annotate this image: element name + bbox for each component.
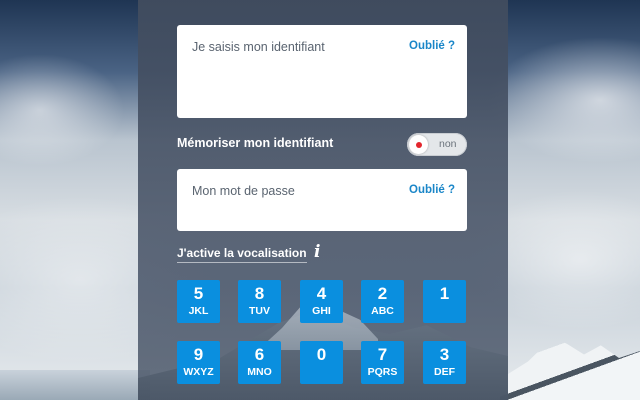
key-letters: JKL — [188, 305, 209, 317]
key-number: 6 — [254, 345, 265, 364]
password-field[interactable]: Mon mot de passe Oublié ? — [177, 169, 467, 231]
keypad-key[interactable]: 4 GHI — [300, 280, 343, 323]
keypad-key[interactable]: 6 MNO — [238, 341, 281, 384]
toggle-off-dot — [416, 142, 422, 148]
identifier-field[interactable]: Je saisis mon identifiant Oublié ? — [177, 25, 467, 118]
key-number: 5 — [193, 284, 204, 303]
toggle-knob — [409, 135, 428, 154]
key-number: 3 — [439, 345, 450, 364]
key-number: 8 — [254, 284, 265, 303]
key-number: 2 — [377, 284, 388, 303]
keypad-key[interactable]: 5 JKL — [177, 280, 220, 323]
key-number: 9 — [193, 345, 204, 364]
login-panel: Je saisis mon identifiant Oublié ? Mémor… — [138, 0, 508, 400]
password-placeholder: Mon mot de passe — [192, 184, 295, 198]
voice-activation-link[interactable]: J'active la vocalisation — [177, 246, 307, 263]
keypad-key[interactable]: 8 TUV — [238, 280, 281, 323]
key-number: 0 — [316, 345, 327, 364]
key-number: 7 — [377, 345, 388, 364]
identifier-forgot-link[interactable]: Oublié ? — [409, 40, 455, 52]
key-letters: GHI — [312, 305, 331, 317]
keypad-key[interactable]: 0 — [300, 341, 343, 384]
identifier-placeholder: Je saisis mon identifiant — [192, 40, 325, 54]
remember-identifier-label: Mémoriser mon identifiant — [177, 136, 334, 150]
keypad-key[interactable]: 1 — [423, 280, 466, 323]
key-letters: DEF — [434, 366, 455, 378]
keypad-key[interactable]: 7 PQRS — [361, 341, 404, 384]
key-number: 1 — [439, 284, 450, 303]
info-icon[interactable]: i — [314, 242, 320, 262]
key-letters: PQRS — [367, 366, 398, 378]
keypad-key[interactable]: 3 DEF — [423, 341, 466, 384]
toggle-state-label: non — [439, 138, 457, 150]
key-number: 4 — [316, 284, 327, 303]
keypad-key[interactable]: 2 ABC — [361, 280, 404, 323]
keypad-key[interactable]: 9 WXYZ — [177, 341, 220, 384]
key-letters: TUV — [249, 305, 270, 317]
password-forgot-link[interactable]: Oublié ? — [409, 184, 455, 196]
background-mountain-left — [0, 370, 150, 400]
key-letters: ABC — [371, 305, 394, 317]
remember-identifier-toggle[interactable]: non — [407, 133, 467, 156]
key-letters: WXYZ — [183, 366, 214, 378]
key-letters: MNO — [247, 366, 272, 378]
